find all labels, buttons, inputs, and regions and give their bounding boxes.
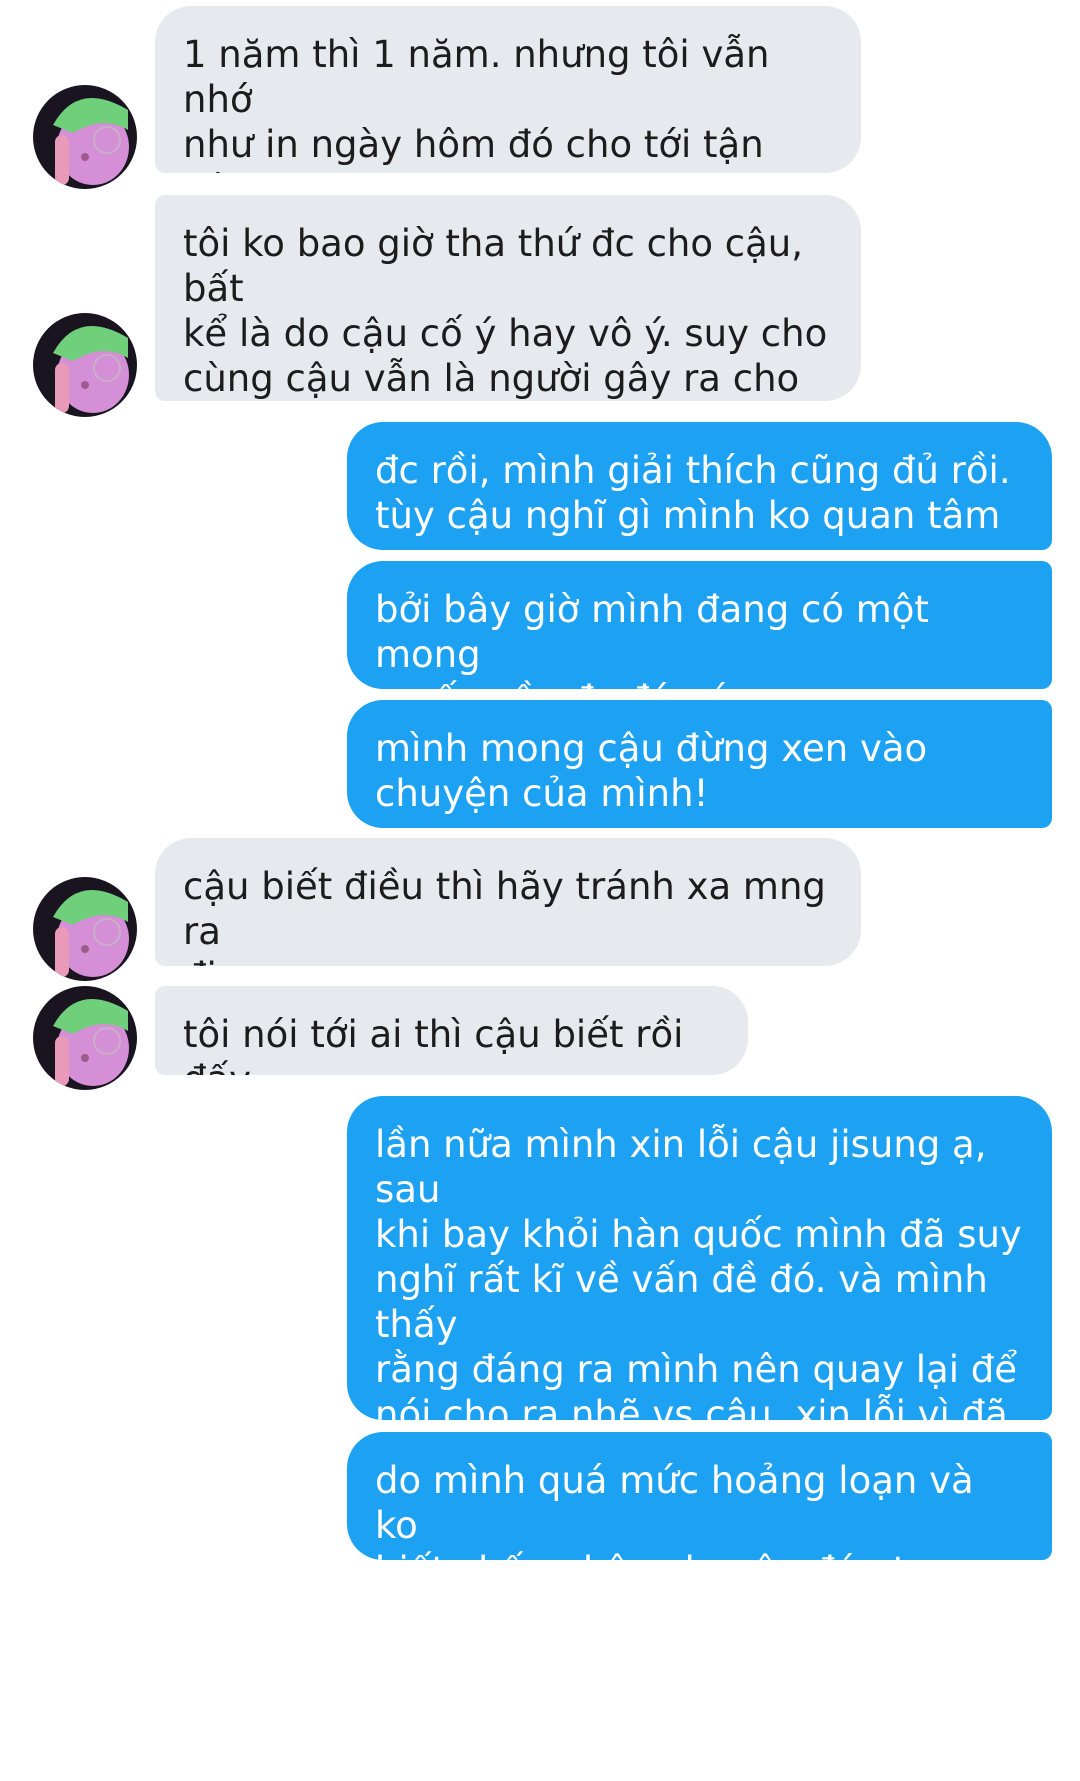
incoming-message-bubble[interactable]: tôi ko bao giờ tha thứ đc cho cậu, bất k… [155, 195, 861, 401]
incoming-message-bubble[interactable]: tôi nói tới ai thì cậu biết rồi đấy [155, 986, 748, 1075]
sender-avatar[interactable] [33, 85, 137, 189]
outgoing-message-bubble[interactable]: bởi bây giờ mình đang có một mong muốn c… [347, 561, 1052, 689]
outgoing-message-bubble[interactable]: do mình quá mức hoảng loạn và ko biết ch… [347, 1432, 1052, 1560]
outgoing-message-bubble[interactable]: đc rồi, mình giải thích cũng đủ rồi. tùy… [347, 422, 1052, 550]
outgoing-message-bubble[interactable]: mình mong cậu đừng xen vào chuyện của mì… [347, 700, 1052, 828]
avatar-photo-icon [33, 986, 137, 1090]
sender-avatar[interactable] [33, 877, 137, 981]
sender-avatar[interactable] [33, 986, 137, 1090]
avatar-photo-icon [33, 313, 137, 417]
incoming-message-bubble[interactable]: 1 năm thì 1 năm. nhưng tôi vẫn nhớ như i… [155, 6, 861, 173]
avatar-photo-icon [33, 877, 137, 981]
sender-avatar[interactable] [33, 313, 137, 417]
incoming-message-bubble[interactable]: cậu biết điều thì hãy tránh xa mng ra đi [155, 838, 861, 966]
avatar-photo-icon [33, 85, 137, 189]
outgoing-message-bubble[interactable]: lần nữa mình xin lỗi cậu jisung ạ, sau k… [347, 1096, 1052, 1420]
